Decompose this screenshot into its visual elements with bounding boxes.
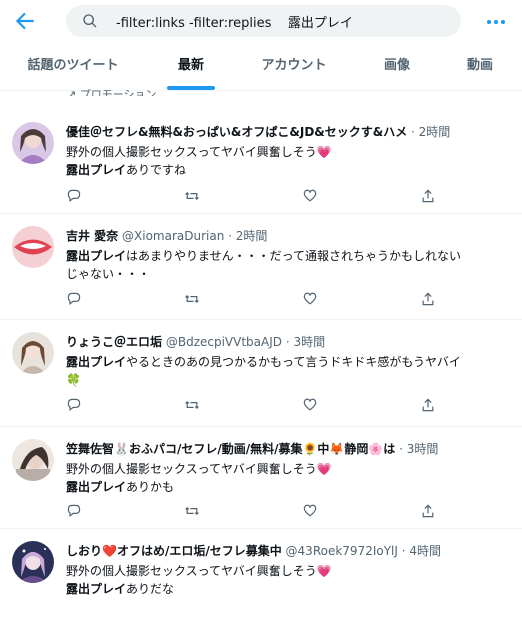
share-icon[interactable] — [420, 397, 436, 413]
timestamp[interactable]: 4時間 — [409, 544, 441, 558]
search-box[interactable]: -filter:links -filter:replies 露出プレイ — [66, 5, 461, 37]
avatar[interactable] — [12, 439, 54, 481]
tweet[interactable]: 吉井 愛奈 @XiomaraDurian · 2時間 露出プレイはあまりやりませ… — [0, 214, 522, 320]
promoted-icon: ↗ — [67, 88, 80, 96]
tweet-header: 吉井 愛奈 @XiomaraDurian · 2時間 — [66, 229, 268, 243]
tweet-text: 露出プレイやるときのあの見つかるかもって言うドキドキ感がもうヤバイ 🍀 — [66, 353, 510, 389]
tweet-text: 野外の個人撮影セックスってヤバイ興奮しそう💗 露出プレイありかも — [66, 460, 510, 496]
heart-emoji: 💗 — [316, 462, 332, 476]
tweet-line: 野外の個人撮影セックスってヤバイ興奮しそう — [66, 462, 317, 476]
tweet-line: じゃない・・・ — [66, 267, 151, 281]
reply-icon[interactable] — [66, 291, 82, 307]
tweet-line: 野外の個人撮影セックスってヤバイ興奮しそう — [66, 145, 317, 159]
tweet-line: ありかも — [126, 480, 175, 494]
top-bar: -filter:links -filter:replies 露出プレイ — [0, 0, 522, 42]
tweet-line: やるときのあの見つかるかもって言うドキドキ感がもうヤバイ — [126, 355, 461, 369]
search-highlight: 露出プレイ — [66, 163, 127, 177]
search-highlight: 露出プレイ — [66, 480, 127, 494]
promoted-text: プロモーション — [79, 88, 157, 96]
promoted-label: ↗ プロモーション — [67, 86, 157, 96]
retweet-icon[interactable] — [184, 397, 200, 413]
display-name[interactable]: 吉井 愛奈 — [66, 229, 118, 243]
user-handle[interactable]: @XiomaraDurian — [122, 229, 224, 243]
like-icon[interactable] — [302, 291, 318, 307]
timestamp[interactable]: 2時間 — [419, 125, 451, 139]
timestamp[interactable]: 3時間 — [407, 442, 439, 456]
search-tabs: 話題のツイート 最新 アカウント 画像 動画 — [0, 42, 522, 91]
display-name[interactable]: りょうこ＠エロ垢 — [66, 335, 162, 349]
display-name[interactable]: 優佳＠セフレ&無料&おっぱい&オフぱこ&JD&セックす&ハメ — [66, 125, 407, 139]
heart-emoji: 💗 — [316, 145, 332, 159]
tweet-actions — [66, 291, 446, 307]
share-icon[interactable] — [420, 291, 436, 307]
tab-top[interactable]: 話題のツイート — [14, 42, 132, 90]
tweet-header: しおり❤️オフはめ/エロ垢/セフレ募集中 @43Roek7972IoYlJ · … — [66, 544, 442, 558]
search-input[interactable]: -filter:links -filter:replies 露出プレイ — [116, 12, 353, 31]
user-handle[interactable]: @BdzecpiVVtbaAJD — [166, 335, 282, 349]
display-name[interactable]: しおり❤️オフはめ/エロ垢/セフレ募集中 — [66, 544, 282, 558]
tab-latest[interactable]: 最新 — [163, 42, 219, 90]
timestamp[interactable]: 2時間 — [236, 229, 268, 243]
search-highlight: 露出プレイ — [66, 355, 127, 369]
tab-videos[interactable]: 動画 — [455, 42, 505, 90]
tweet-header: 笠舞佐智🐰おふパコ/セフレ/動画/無料/募集🌻中🦊静岡🌸は · 3時間 — [66, 442, 439, 456]
tweet-line: 野外の個人撮影セックスってヤバイ興奮しそう — [66, 564, 317, 578]
share-icon[interactable] — [420, 503, 436, 519]
tweet-actions — [66, 188, 446, 204]
tweet-actions — [66, 503, 446, 519]
tweet-line: はあまりやりません・・・だって通報されちゃうかもしれない — [126, 249, 462, 263]
retweet-icon[interactable] — [184, 291, 200, 307]
reply-icon[interactable] — [66, 503, 82, 519]
tweet[interactable]: 優佳＠セフレ&無料&おっぱい&オフぱこ&JD&セックす&ハメ · 2時間 野外の… — [0, 110, 522, 214]
more-options-icon[interactable] — [486, 12, 506, 32]
retweet-icon[interactable] — [184, 188, 200, 204]
search-highlight: 露出プレイ — [66, 582, 127, 596]
tweet-text: 野外の個人撮影セックスってヤバイ興奮しそう💗 露出プレイありだな — [66, 562, 510, 598]
tab-latest-label: 最新 — [177, 58, 204, 73]
avatar[interactable] — [12, 122, 54, 164]
share-icon[interactable] — [420, 188, 436, 204]
tweet-actions — [66, 397, 446, 413]
clover-emoji: 🍀 — [66, 373, 81, 387]
avatar[interactable] — [12, 226, 54, 268]
tweet[interactable]: りょうこ＠エロ垢 @BdzecpiVVtbaAJD · 3時間 露出プレイやると… — [0, 320, 522, 427]
timestamp[interactable]: 3時間 — [293, 335, 325, 349]
back-arrow-icon[interactable] — [12, 8, 38, 34]
reply-icon[interactable] — [66, 397, 82, 413]
active-tab-indicator — [167, 86, 215, 90]
tweet-text: 野外の個人撮影セックスってヤバイ興奮しそう💗 露出プレイありですね — [66, 143, 510, 179]
tweet-line: ありですね — [126, 163, 187, 177]
avatar[interactable] — [12, 541, 54, 583]
tweet-header: 優佳＠セフレ&無料&おっぱい&オフぱこ&JD&セックす&ハメ · 2時間 — [66, 125, 451, 139]
tweet-line: ありだな — [126, 582, 175, 596]
tweet[interactable]: しおり❤️オフはめ/エロ垢/セフレ募集中 @43Roek7972IoYlJ · … — [0, 529, 522, 634]
search-highlight: 露出プレイ — [66, 249, 127, 263]
tweet-text: 露出プレイはあまりやりません・・・だって通報されちゃうかもしれない じゃない・・… — [66, 247, 510, 283]
like-icon[interactable] — [302, 503, 318, 519]
like-icon[interactable] — [302, 397, 318, 413]
reply-icon[interactable] — [66, 188, 82, 204]
tweet[interactable]: 笠舞佐智🐰おふパコ/セフレ/動画/無料/募集🌻中🦊静岡🌸は · 3時間 野外の個… — [0, 427, 522, 529]
tab-accounts[interactable]: アカウント — [250, 42, 338, 90]
retweet-icon[interactable] — [184, 503, 200, 519]
avatar[interactable] — [12, 332, 54, 374]
tab-images[interactable]: 画像 — [372, 42, 422, 90]
user-handle[interactable]: @43Roek7972IoYlJ — [286, 544, 398, 558]
display-name[interactable]: 笠舞佐智🐰おふパコ/セフレ/動画/無料/募集🌻中🦊静岡🌸は — [66, 442, 395, 456]
tweet-header: りょうこ＠エロ垢 @BdzecpiVVtbaAJD · 3時間 — [66, 335, 326, 349]
heart-emoji: 💗 — [316, 564, 332, 578]
search-icon — [83, 14, 97, 28]
like-icon[interactable] — [302, 188, 318, 204]
